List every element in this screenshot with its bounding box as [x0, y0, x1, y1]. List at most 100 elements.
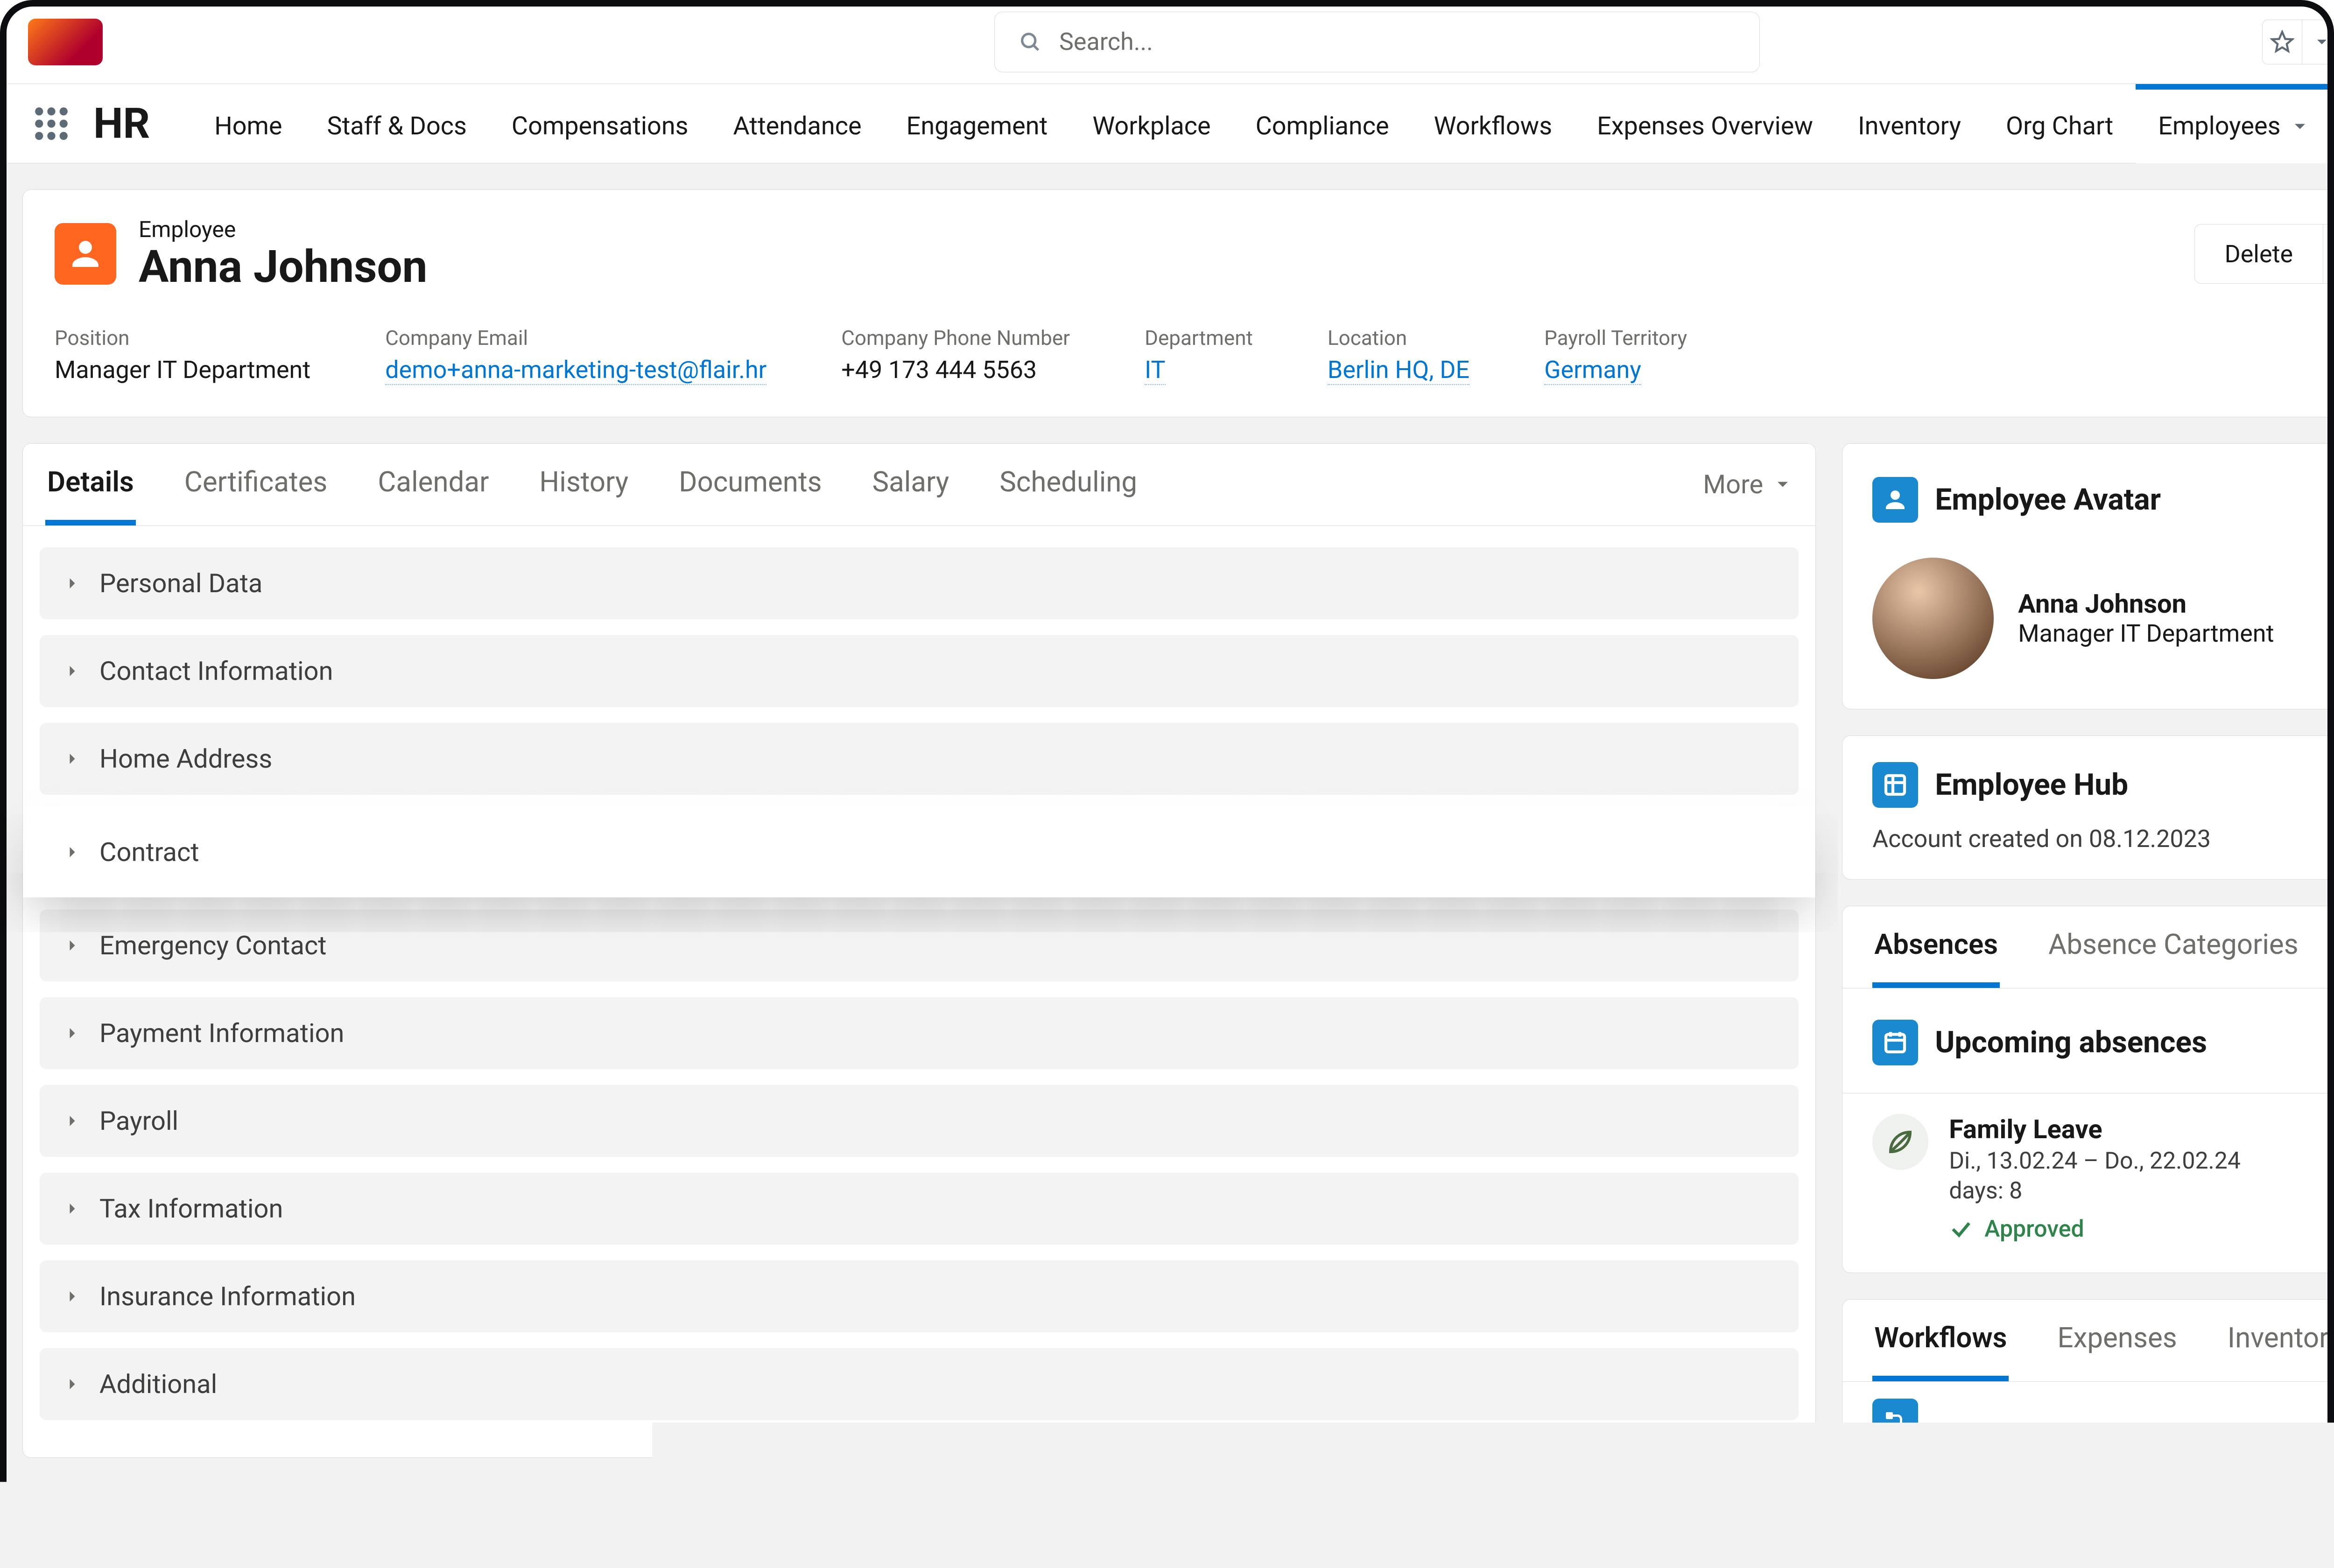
hub-card-subtitle: Account created on 08.12.2023	[1842, 825, 2334, 879]
record-title-block: Employee Anna Johnson	[139, 216, 428, 292]
leaf-icon	[1872, 1114, 1928, 1170]
tab-expenses[interactable]: Expenses	[2055, 1321, 2179, 1381]
record-header: Employee Anna Johnson Delete Edit Printa…	[22, 189, 2334, 417]
section-additional[interactable]: Additional	[40, 1348, 1799, 1420]
favorites-pill[interactable]	[2262, 20, 2334, 64]
nav-item-org-chart[interactable]: Org Chart	[1983, 84, 2136, 163]
nav-item-workflows[interactable]: Workflows	[1412, 84, 1575, 163]
section-contact-information[interactable]: Contact Information	[40, 635, 1799, 707]
chevron-right-icon	[62, 935, 83, 956]
nav-item-compensations[interactable]: Compensations	[489, 84, 711, 163]
tab-history[interactable]: History	[537, 465, 630, 525]
absence-type: Family Leave	[1949, 1114, 2334, 1145]
nav-item-workplace[interactable]: Workplace	[1070, 84, 1233, 163]
section-payroll[interactable]: Payroll	[40, 1085, 1799, 1157]
brand-logo	[28, 19, 103, 65]
star-icon[interactable]	[2263, 20, 2302, 64]
chevron-right-icon	[62, 1374, 83, 1394]
chevron-right-icon	[62, 573, 83, 594]
details-card: Details Certificates Calendar History Do…	[22, 443, 1816, 1458]
tab-certificates[interactable]: Certificates	[183, 465, 330, 525]
absence-days: days: 8	[1949, 1177, 2334, 1204]
upcoming-absences-title: Upcoming absences	[1935, 1025, 2207, 1060]
chevron-right-icon	[62, 1023, 83, 1043]
employee-hub-card: Employee Hub Account created on 08.12.20…	[1842, 735, 2334, 880]
field-position: Position Manager IT Department	[55, 326, 310, 385]
bottom-tabs-card: Workflows Expenses Inventory	[1842, 1299, 2334, 1462]
nav-items: Home Staff & Docs Compensations Attendan…	[192, 84, 2333, 163]
absence-status: Approved	[1949, 1216, 2334, 1243]
workflows-icon	[1872, 1399, 1918, 1444]
edit-button[interactable]: Edit	[2323, 224, 2334, 284]
nav-item-attendance[interactable]: Attendance	[711, 84, 884, 163]
employee-subtitle: Manager IT Department	[2018, 619, 2274, 648]
tabs-more[interactable]: More	[1703, 469, 1793, 521]
section-personal-data[interactable]: Personal Data	[40, 547, 1799, 619]
record-actions: Delete Edit Printable View	[2194, 224, 2334, 284]
chevron-right-icon	[62, 749, 83, 769]
detail-sections: Personal Data Contact Information Home A…	[23, 526, 1815, 1457]
record-supertitle: Employee	[139, 216, 428, 243]
search-icon	[1018, 30, 1042, 54]
field-location: Location Berlin HQ, DE	[1328, 326, 1469, 385]
tab-details[interactable]: Details	[45, 465, 136, 525]
chevron-right-icon	[62, 661, 83, 681]
calendar-icon	[1872, 1020, 1918, 1065]
employee-entity-icon	[55, 223, 116, 285]
avatar-card-icon	[1872, 477, 1918, 523]
record-title: Anna Johnson	[139, 243, 428, 292]
nav-item-staff-docs[interactable]: Staff & Docs	[305, 84, 489, 163]
page: Employee Anna Johnson Delete Edit Printa…	[0, 163, 2334, 1462]
utility-right	[2262, 0, 2334, 84]
section-contract[interactable]: Contract	[27, 811, 1812, 894]
company-email-link[interactable]: demo+anna-marketing-test@flair.hr	[385, 356, 766, 385]
nav-item-compliance[interactable]: Compliance	[1233, 84, 1412, 163]
record-highlight-fields: Position Manager IT Department Company E…	[23, 309, 2334, 417]
chevron-right-icon	[62, 842, 83, 862]
employee-hub-title: Employee Hub	[1935, 767, 2128, 802]
location-link[interactable]: Berlin HQ, DE	[1328, 356, 1469, 385]
details-tabs: Details Certificates Calendar History Do…	[23, 444, 1815, 526]
right-column: Employee Avatar Change Anna Johnson Mana…	[1842, 443, 2334, 1462]
chevron-down-icon	[2290, 116, 2310, 137]
employee-name: Anna Johnson	[2018, 588, 2274, 619]
section-home-address[interactable]: Home Address	[40, 723, 1799, 795]
tab-salary[interactable]: Salary	[871, 465, 951, 525]
tab-calendar[interactable]: Calendar	[376, 465, 491, 525]
chevron-right-icon	[62, 1286, 83, 1307]
department-link[interactable]: IT	[1145, 356, 1165, 385]
search-placeholder: Search...	[1059, 28, 1153, 56]
app-launcher-icon[interactable]	[28, 84, 75, 163]
nav-item-employees[interactable]: Employees	[2136, 84, 2333, 163]
employee-avatar-card: Employee Avatar Change Anna Johnson Mana…	[1842, 443, 2334, 709]
chevron-down-icon[interactable]	[2302, 20, 2334, 64]
nav-item-expenses-overview[interactable]: Expenses Overview	[1575, 84, 1835, 163]
chevron-right-icon	[62, 1198, 83, 1219]
tab-workflows[interactable]: Workflows	[1872, 1321, 2009, 1381]
nav-item-home[interactable]: Home	[192, 84, 304, 163]
tab-scheduling[interactable]: Scheduling	[998, 465, 1139, 525]
employee-avatar-title: Employee Avatar	[1935, 482, 2161, 517]
global-search[interactable]: Search...	[994, 12, 1760, 72]
tab-inventory[interactable]: Inventory	[2226, 1321, 2334, 1381]
tab-absences[interactable]: Absences	[1872, 928, 2000, 988]
bottom-tabs: Workflows Expenses Inventory	[1842, 1300, 2334, 1382]
absence-tabs: Absences Absence Categories	[1842, 906, 2334, 988]
app-name: HR	[93, 84, 150, 163]
section-emergency-contact[interactable]: Emergency Contact	[40, 910, 1799, 981]
delete-button[interactable]: Delete	[2194, 224, 2324, 284]
nav-item-engagement[interactable]: Engagement	[884, 84, 1070, 163]
section-insurance-information[interactable]: Insurance Information	[40, 1260, 1799, 1332]
absences-card: Absences Absence Categories Upcoming abs…	[1842, 906, 2334, 1273]
payroll-territory-link[interactable]: Germany	[1544, 356, 1641, 385]
section-payment-information[interactable]: Payment Information	[40, 997, 1799, 1069]
field-company-phone: Company Phone Number +49 173 444 5563	[841, 326, 1070, 385]
tab-absence-categories[interactable]: Absence Categories	[2046, 928, 2300, 988]
field-payroll-territory: Payroll Territory Germany	[1544, 326, 1687, 385]
absence-item: Family Leave Di., 13.02.24 – Do., 22.02.…	[1842, 1093, 2334, 1273]
nav-item-inventory[interactable]: Inventory	[1835, 84, 1983, 163]
two-column-layout: Details Certificates Calendar History Do…	[22, 443, 2334, 1462]
tab-documents[interactable]: Documents	[677, 465, 823, 525]
section-tax-information[interactable]: Tax Information	[40, 1173, 1799, 1245]
main-nav: HR Home Staff & Docs Compensations Atten…	[0, 84, 2334, 163]
